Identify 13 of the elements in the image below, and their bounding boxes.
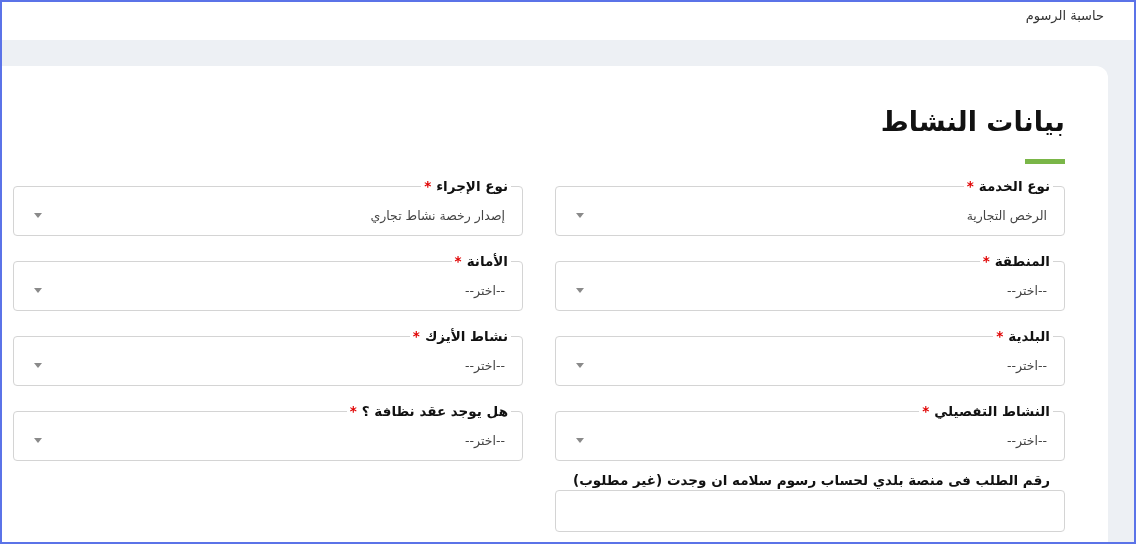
- caret-icon: [34, 437, 42, 443]
- title-underline: [1025, 159, 1065, 164]
- caret-icon: [34, 362, 42, 368]
- text-area[interactable]: [555, 490, 1065, 532]
- caret-icon: [576, 437, 584, 443]
- caret-icon: [576, 362, 584, 368]
- section-title: بيانات النشاط: [880, 106, 1065, 137]
- caret-icon: [576, 287, 584, 293]
- caret-icon: [34, 287, 42, 293]
- caret-icon: [34, 212, 42, 218]
- page-title: حاسبة الرسوم: [1025, 8, 1104, 23]
- label-text: رقم الطلب فى منصة بلدي لحساب رسوم سلامه ان وجدت (غير مطلوب): [573, 472, 1050, 488]
- caret-icon: [576, 212, 584, 218]
